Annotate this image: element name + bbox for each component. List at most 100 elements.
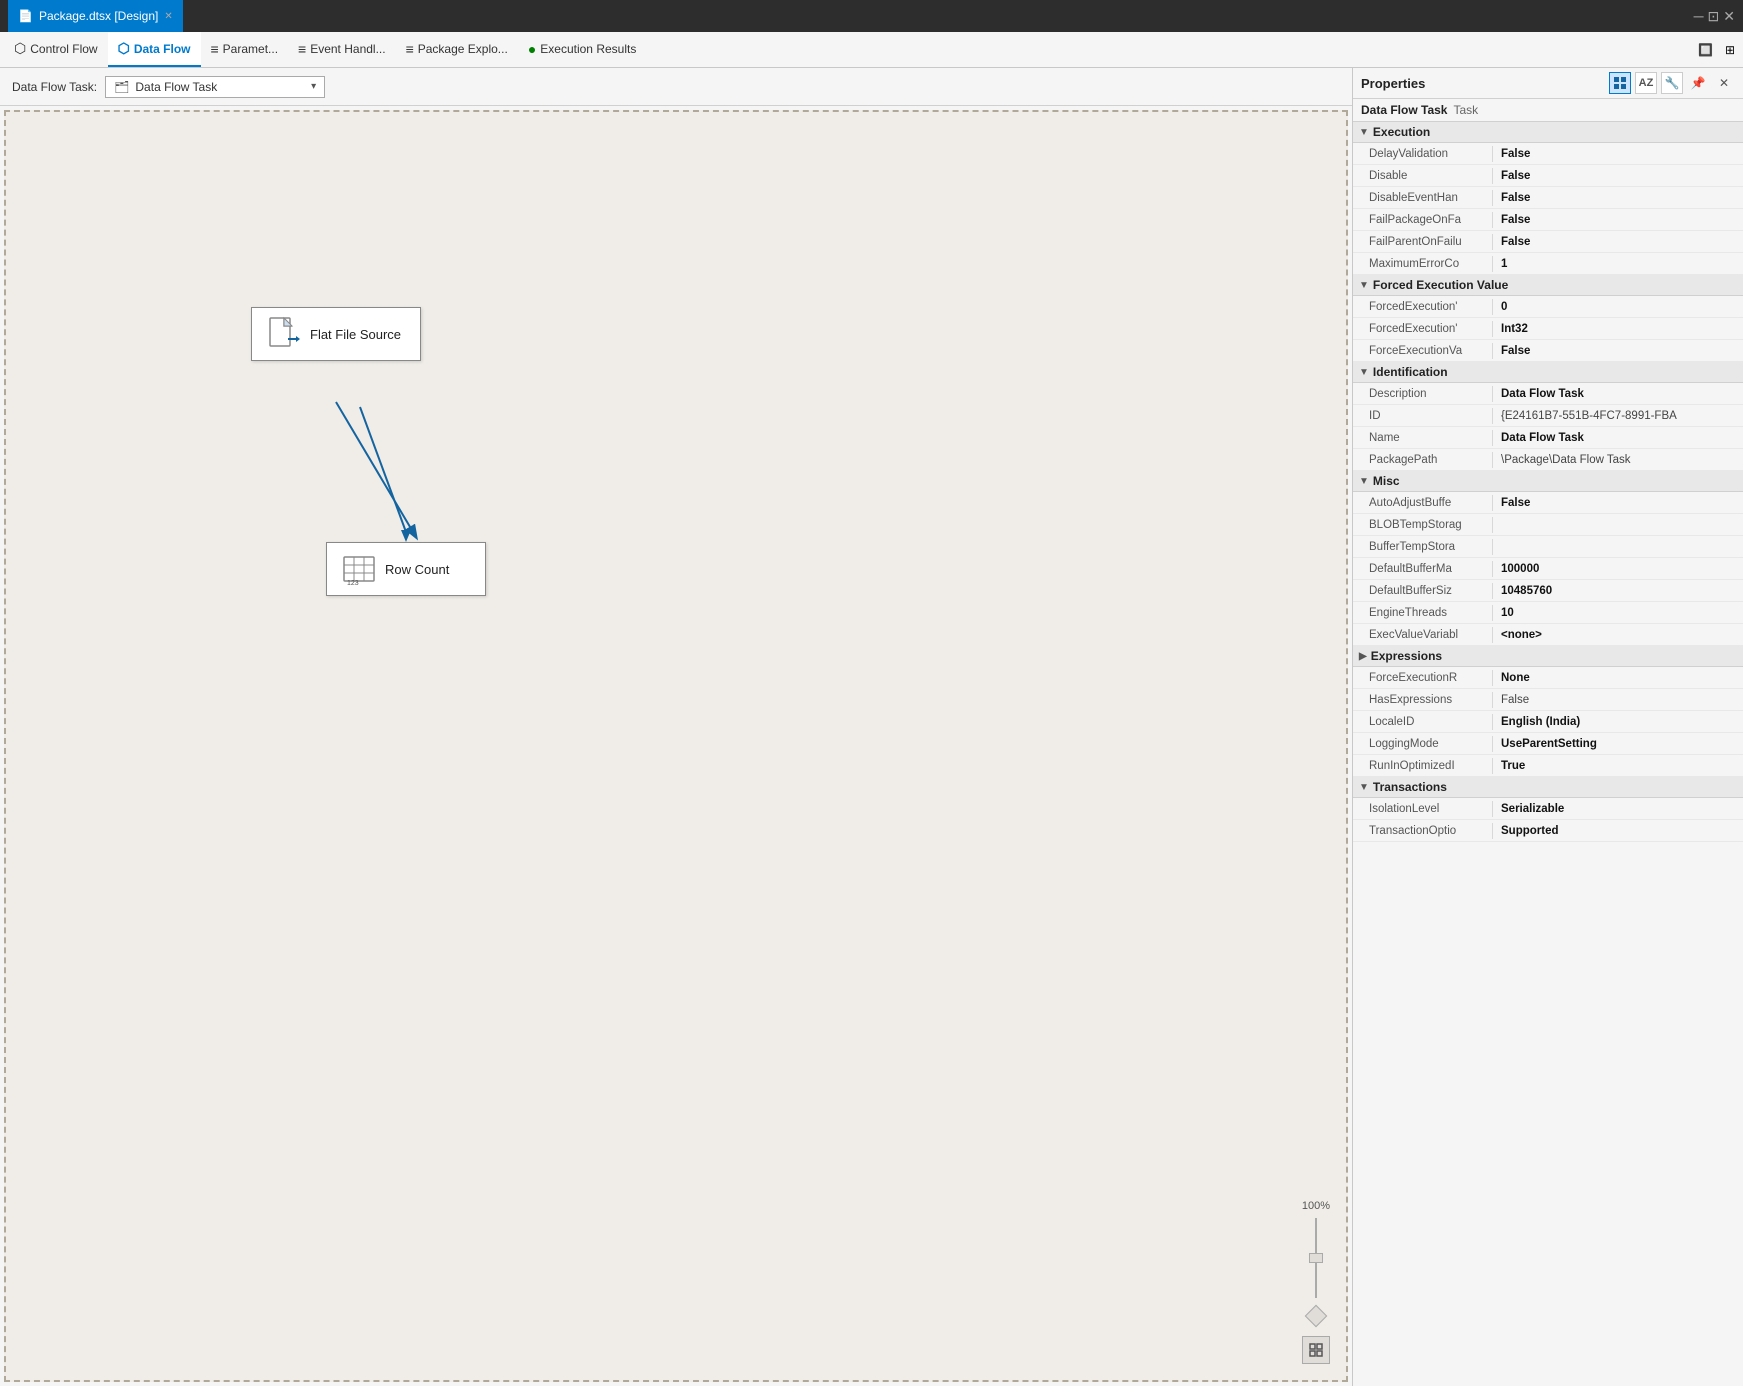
row-count-node[interactable]: 123 Row Count xyxy=(326,542,486,596)
tab-control-flow[interactable]: ⬡ Control Flow xyxy=(4,32,108,67)
design-canvas[interactable]: Flat File Source 123 Row Co xyxy=(4,110,1348,1382)
group-expressions[interactable]: ▶ Expressions xyxy=(1353,646,1743,667)
prop-name: DefaultBufferSiz xyxy=(1353,583,1493,599)
prop-name: ForceExecutionR xyxy=(1353,670,1493,686)
prop-value[interactable]: None xyxy=(1493,670,1743,686)
dropdown-text: Data Flow Task xyxy=(135,80,305,94)
dropdown-icon: 🗂 xyxy=(114,80,129,94)
properties-task-type: Task xyxy=(1453,103,1478,117)
prop-value[interactable]: False xyxy=(1493,495,1743,511)
tab-data-flow[interactable]: ⬡ Data Flow xyxy=(108,32,201,67)
prop-value[interactable]: UseParentSetting xyxy=(1493,736,1743,752)
group-transactions[interactable]: ▼ Transactions xyxy=(1353,777,1743,798)
prop-has-expressions: HasExpressions False xyxy=(1353,689,1743,711)
close-icon[interactable]: ✕ xyxy=(1723,8,1735,25)
group-expressions-label: Expressions xyxy=(1371,649,1442,663)
alpha-icon: AZ xyxy=(1639,77,1654,89)
properties-close-btn[interactable]: ✕ xyxy=(1713,72,1735,94)
properties-wrench-btn[interactable]: 🔧 xyxy=(1661,72,1683,94)
properties-alpha-btn[interactable]: AZ xyxy=(1635,72,1657,94)
properties-category-btn[interactable] xyxy=(1609,72,1631,94)
prop-value[interactable]: False xyxy=(1493,692,1743,708)
prop-fail-parent: FailParentOnFailu False xyxy=(1353,231,1743,253)
prop-value[interactable]: True xyxy=(1493,758,1743,774)
prop-name: Name xyxy=(1353,430,1493,446)
properties-pin-btn[interactable]: 📌 xyxy=(1687,72,1709,94)
data-flow-task-dropdown[interactable]: 🗂 Data Flow Task ▾ xyxy=(105,76,325,98)
tab-event-handlers[interactable]: ≡ Event Handl... xyxy=(288,32,396,67)
toolbar-label: Data Flow Task: xyxy=(12,80,97,94)
group-forced-label: Forced Execution Value xyxy=(1373,278,1508,292)
prop-name: HasExpressions xyxy=(1353,692,1493,708)
tab-package-explorer-label: Package Explo... xyxy=(418,42,508,56)
tab-icon: 📄 xyxy=(18,9,33,23)
group-execution[interactable]: ▼ Execution xyxy=(1353,122,1743,143)
group-forced-execution[interactable]: ▼ Forced Execution Value xyxy=(1353,275,1743,296)
designer-panel: Data Flow Task: 🗂 Data Flow Task ▾ xyxy=(0,68,1353,1386)
tab-event-handlers-label: Event Handl... xyxy=(310,42,385,56)
properties-header: Properties AZ 🔧 xyxy=(1353,68,1743,99)
prop-id: ID {E24161B7-551B-4FC7-8991-FBA xyxy=(1353,405,1743,427)
group-misc[interactable]: ▼ Misc xyxy=(1353,471,1743,492)
float-icon[interactable]: ⊡ xyxy=(1708,8,1720,25)
tab-parameters[interactable]: ≡ Paramet... xyxy=(201,32,289,67)
prop-name: FailParentOnFailu xyxy=(1353,234,1493,250)
tab-package-explorer[interactable]: ≡ Package Explo... xyxy=(396,32,518,67)
nav-icon-1[interactable]: 🔲 xyxy=(1694,43,1717,57)
nav-right-icons: 🔲 ⊞ xyxy=(1694,43,1739,57)
prop-name: IsolationLevel xyxy=(1353,801,1493,817)
prop-value[interactable]: Int32 xyxy=(1493,321,1743,337)
prop-value[interactable]: Serializable xyxy=(1493,801,1743,817)
prop-name: ForcedExecution' xyxy=(1353,321,1493,337)
prop-name: ForceExecutionVa xyxy=(1353,343,1493,359)
designer-toolbar: Data Flow Task: 🗂 Data Flow Task ▾ xyxy=(0,68,1352,106)
prop-value[interactable]: 100000 xyxy=(1493,561,1743,577)
prop-value[interactable]: False xyxy=(1493,343,1743,359)
prop-name: Disable xyxy=(1353,168,1493,184)
tab-execution-results-label: Execution Results xyxy=(540,42,636,56)
prop-value[interactable]: False xyxy=(1493,146,1743,162)
active-tab[interactable]: 📄 Package.dtsx [Design] ✕ xyxy=(8,0,183,32)
flat-file-source-node[interactable]: Flat File Source xyxy=(251,307,421,361)
prop-value[interactable]: <none> xyxy=(1493,627,1743,643)
tab-label: Package.dtsx [Design] xyxy=(39,9,158,23)
zoom-fit-button[interactable] xyxy=(1302,1336,1330,1364)
data-flow-icon: ⬡ xyxy=(118,40,130,57)
prop-value[interactable]: 10485760 xyxy=(1493,583,1743,599)
prop-value[interactable]: Data Flow Task xyxy=(1493,430,1743,446)
group-identification[interactable]: ▼ Identification xyxy=(1353,362,1743,383)
toggle-execution: ▼ xyxy=(1359,127,1369,138)
prop-value[interactable] xyxy=(1493,523,1743,527)
nav-icon-2[interactable]: ⊞ xyxy=(1721,43,1739,57)
prop-buffer-temp: BufferTempStora xyxy=(1353,536,1743,558)
prop-value[interactable]: False xyxy=(1493,168,1743,184)
prop-forced-exec-2: ForcedExecution' Int32 xyxy=(1353,318,1743,340)
toggle-misc: ▼ xyxy=(1359,476,1369,487)
title-bar: 📄 Package.dtsx [Design] ✕ ─ ⊡ ✕ xyxy=(0,0,1743,32)
prop-name: LocaleID xyxy=(1353,714,1493,730)
tab-close-btn[interactable]: ✕ xyxy=(164,11,172,22)
zoom-diamond-handle[interactable] xyxy=(1305,1305,1328,1328)
flat-file-source-icon xyxy=(266,316,302,352)
prop-value[interactable]: False xyxy=(1493,234,1743,250)
properties-toolbar-icons: AZ 🔧 📌 ✕ xyxy=(1609,72,1735,94)
prop-value[interactable]: 1 xyxy=(1493,256,1743,272)
prop-value[interactable]: False xyxy=(1493,212,1743,228)
prop-value[interactable]: 0 xyxy=(1493,299,1743,315)
prop-force-exec-r: ForceExecutionR None xyxy=(1353,667,1743,689)
prop-value[interactable]: Supported xyxy=(1493,823,1743,839)
nav-bar: ⬡ Control Flow ⬡ Data Flow ≡ Paramet... … xyxy=(0,32,1743,68)
prop-locale-id: LocaleID English (India) xyxy=(1353,711,1743,733)
prop-value[interactable]: {E24161B7-551B-4FC7-8991-FBA xyxy=(1493,408,1743,424)
tab-execution-results[interactable]: ● Execution Results xyxy=(518,32,647,67)
minimize-icon[interactable]: ─ xyxy=(1694,8,1704,25)
prop-value[interactable]: 10 xyxy=(1493,605,1743,621)
zoom-slider-handle[interactable] xyxy=(1309,1253,1323,1263)
prop-value[interactable]: \Package\Data Flow Task xyxy=(1493,452,1743,468)
prop-value[interactable] xyxy=(1493,545,1743,549)
prop-run-optimized: RunInOptimizedI True xyxy=(1353,755,1743,777)
prop-value[interactable]: English (India) xyxy=(1493,714,1743,730)
row-count-label: Row Count xyxy=(385,562,449,577)
prop-value[interactable]: Data Flow Task xyxy=(1493,386,1743,402)
prop-value[interactable]: False xyxy=(1493,190,1743,206)
